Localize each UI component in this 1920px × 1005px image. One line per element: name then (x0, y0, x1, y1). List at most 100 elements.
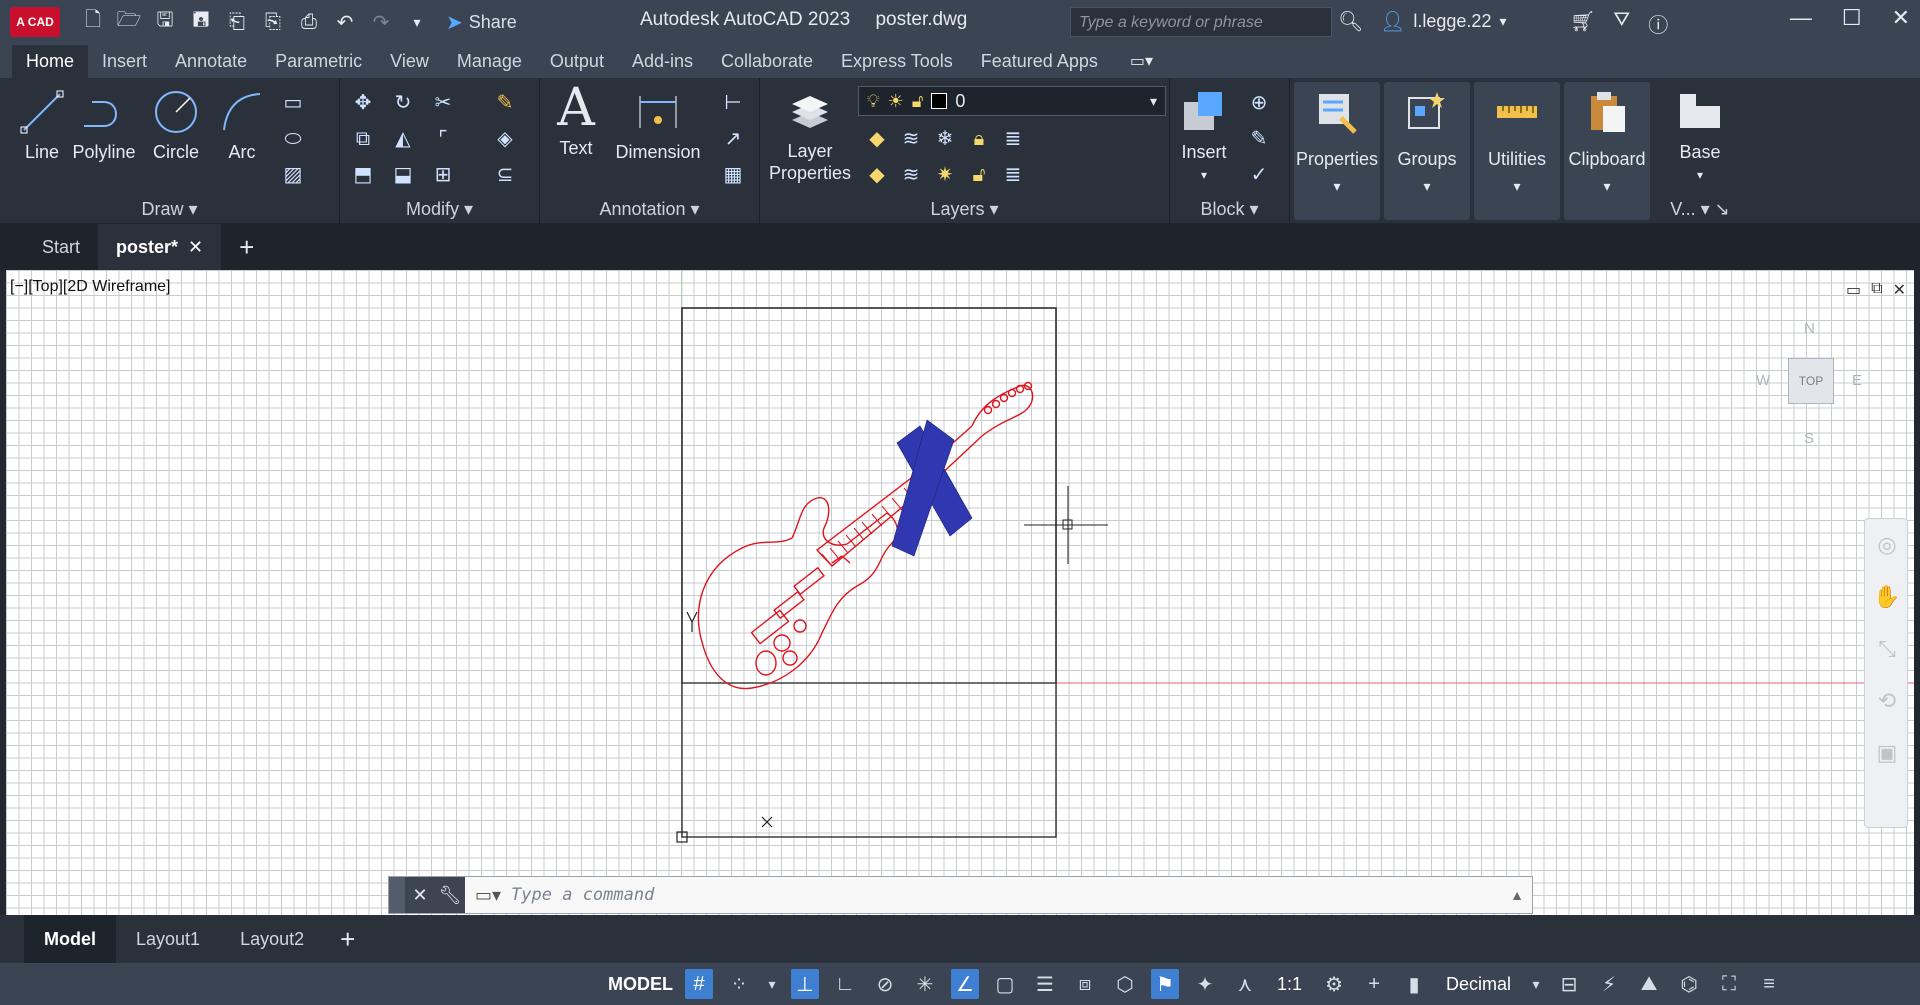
annotation-panel-label[interactable]: Annotation ▾ (540, 199, 759, 220)
viewcube-top-face[interactable]: TOP (1788, 358, 1834, 404)
layer-freeze-icon[interactable]: ❄ (932, 126, 958, 152)
user-account[interactable]: 👤︎ l.legge.22 ▾ (1380, 9, 1507, 34)
command-line-grip[interactable] (389, 877, 405, 913)
cart-icon[interactable]: 🛒︎ (1570, 9, 1595, 38)
new-file-icon[interactable]: 🗋 (78, 8, 108, 36)
hatch-icon[interactable]: ▨ (280, 162, 306, 188)
search-icon[interactable]: 🔍︎ (1338, 9, 1363, 34)
close-button[interactable]: ✕ (1892, 5, 1910, 31)
save-as-icon[interactable]: 🖪 (186, 8, 216, 36)
import-icon[interactable]: ⎘ (258, 8, 288, 36)
help-icon[interactable]: ⓘ (1648, 9, 1668, 38)
snap-icon[interactable]: ⁘ (725, 969, 753, 999)
infer-constraints-icon[interactable]: ⊥ (791, 969, 819, 999)
offset-icon[interactable]: ⊆ (492, 162, 518, 188)
tab-add-ins[interactable]: Add-ins (618, 45, 707, 78)
minimize-button[interactable]: — (1790, 5, 1812, 31)
object-snap-icon[interactable]: ▢ (991, 969, 1019, 999)
clean-screen-icon[interactable]: ⛶ (1715, 969, 1743, 999)
new-layout-icon[interactable]: + (324, 924, 371, 955)
layer-merge-icon[interactable]: ≣ (1000, 162, 1026, 188)
edit-block-icon[interactable]: ✎ (1246, 126, 1272, 152)
units-value[interactable]: Decimal (1440, 974, 1517, 995)
table-icon[interactable]: ▦ (720, 162, 746, 188)
tab-home[interactable]: Home (12, 44, 89, 78)
mirror-icon[interactable]: ◭ (390, 126, 416, 152)
tab-view[interactable]: View (376, 45, 443, 78)
circle-tool[interactable]: Circle (142, 88, 210, 163)
viewcube-north[interactable]: N (1804, 320, 1815, 337)
arc-tool[interactable]: Arc (214, 88, 270, 163)
viewcube-west[interactable]: W (1756, 372, 1770, 389)
viewcube[interactable]: N S E W TOP (1756, 320, 1866, 450)
help-search-input[interactable]: Type a keyword or phrase (1070, 7, 1332, 37)
graphics-performance-icon[interactable]: ⌬ (1675, 969, 1703, 999)
undo-icon[interactable]: ↶ (330, 8, 360, 36)
view-panel-label[interactable]: V... ▾ ↘ (1654, 199, 1746, 220)
layer-on-icon[interactable]: ◆ (864, 162, 890, 188)
open-folder-icon[interactable]: 🗁 (114, 8, 144, 36)
fillet-icon[interactable]: ⌜ (430, 126, 456, 152)
leader-icon[interactable]: ↗ (720, 126, 746, 152)
new-tab-icon[interactable]: + (221, 232, 272, 263)
drawing-viewport[interactable]: [−][Top][2D Wireframe] ▭ ⧉ ✕ N S E W TOP… (6, 270, 1914, 915)
tab-model[interactable]: Model (24, 915, 116, 963)
layer-unlock-icon[interactable]: 🔓︎ (966, 162, 992, 188)
viewcube-east[interactable]: E (1852, 372, 1862, 389)
isodraft-icon[interactable]: ✳ (911, 969, 939, 999)
tab-annotate[interactable]: Annotate (161, 45, 261, 78)
redo-icon[interactable]: ↷ (366, 8, 396, 36)
layer-properties-button[interactable]: Layer Properties (766, 86, 854, 184)
clipboard-button[interactable]: Clipboard ▾ (1564, 82, 1650, 220)
properties-button[interactable]: Properties ▾ (1294, 82, 1380, 220)
ortho-icon[interactable]: ∟ (831, 969, 859, 999)
tab-manage[interactable]: Manage (443, 45, 536, 78)
units-icon[interactable]: ▮ (1400, 969, 1428, 999)
modify-panel-label[interactable]: Modify ▾ (340, 199, 539, 220)
edit-attributes-icon[interactable]: ✓ (1246, 162, 1272, 188)
groups-button[interactable]: Groups ▾ (1384, 82, 1470, 220)
layer-isolate-icon[interactable]: ≋ (898, 126, 924, 152)
add-icon[interactable]: + (1360, 969, 1388, 999)
export-icon[interactable]: ⎗ (222, 8, 252, 36)
create-block-icon[interactable]: ⊕ (1246, 90, 1272, 116)
tab-start[interactable]: Start (24, 224, 98, 270)
utilities-button[interactable]: Utilities ▾ (1474, 82, 1560, 220)
text-tool[interactable]: A Text (548, 82, 604, 159)
annotation-scale-icon[interactable]: ⋏ (1231, 969, 1259, 999)
command-history-up-icon[interactable]: ▲ (1510, 887, 1524, 903)
layer-unisolate-icon[interactable]: ≋ (898, 162, 924, 188)
isolate-objects-icon[interactable]: ⛰ (1635, 969, 1663, 999)
chevron-down-icon[interactable]: ▾ (1529, 969, 1543, 999)
zoom-extents-icon[interactable]: ⤡ (1865, 623, 1909, 675)
tab-poster[interactable]: poster* ✕ (98, 224, 222, 270)
grid-icon[interactable]: # (685, 969, 713, 999)
customization-icon[interactable]: ≡ (1755, 969, 1783, 999)
trim-icon[interactable]: ✂ (430, 90, 456, 116)
auto-scale-icon[interactable]: ✦ (1191, 969, 1219, 999)
lineweight-icon[interactable]: ☰ (1031, 969, 1059, 999)
model-space-toggle[interactable]: MODEL (608, 974, 673, 995)
close-tab-icon[interactable]: ✕ (188, 237, 203, 258)
command-history-icon[interactable]: ▭▾ (475, 885, 501, 906)
selection-cycling-icon[interactable]: ⬡ (1111, 969, 1139, 999)
autodesk-a360-icon[interactable]: ⛛ (1613, 9, 1630, 38)
scale-icon[interactable]: ⬓ (390, 162, 416, 188)
tab-collaborate[interactable]: Collaborate (707, 45, 827, 78)
showmotion-icon[interactable]: ▣ (1865, 727, 1909, 779)
tab-express-tools[interactable]: Express Tools (827, 45, 967, 78)
transparency-icon[interactable]: ⧈ (1071, 969, 1099, 999)
share-button[interactable]: ➤ Share (446, 10, 517, 35)
line-tool[interactable]: Line (14, 88, 70, 163)
layer-match-icon[interactable]: ≣ (1000, 126, 1026, 152)
linear-dimension-icon[interactable]: ⊢ (720, 90, 746, 116)
explode-icon[interactable]: ◈ (492, 126, 518, 152)
array-icon[interactable]: ⊞ (430, 162, 456, 188)
erase-icon[interactable]: ✎ (492, 90, 518, 116)
draw-panel-label[interactable]: Draw ▾ (0, 199, 339, 220)
rotate-icon[interactable]: ↻ (390, 90, 416, 116)
command-input[interactable]: Type a command (511, 885, 654, 905)
dimension-tool[interactable]: Dimension (608, 88, 708, 163)
layer-dropdown[interactable]: 💡︎ ☀ 🔓︎ 0 ▾ (858, 86, 1166, 116)
steering-wheel-icon[interactable]: ◎ (1865, 519, 1909, 571)
